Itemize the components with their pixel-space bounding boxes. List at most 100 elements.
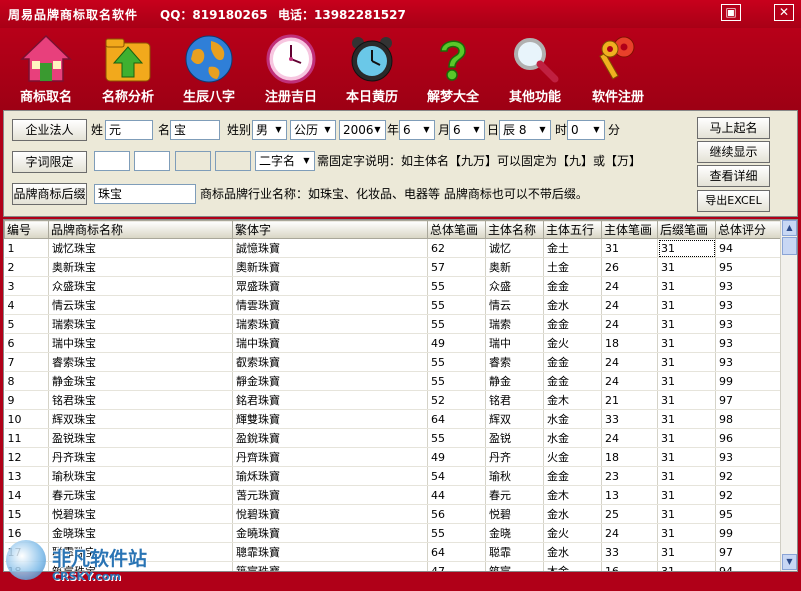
char-count-select[interactable]: 二字名 ▼ [255,151,315,171]
table-cell[interactable]: 93 [715,447,781,467]
table-row[interactable]: 15 悦碧珠宝 悅碧珠寶 56 悦碧 金水 25 31 95 [4,504,781,524]
table-cell[interactable]: 情云 [485,295,544,315]
scroll-down-button[interactable]: ▼ [782,554,797,570]
table-cell[interactable]: 诚忆 [485,238,544,258]
table-cell[interactable]: 築宸珠寶 [232,561,428,571]
table-cell[interactable]: 情云珠宝 [48,295,233,315]
table-cell[interactable]: 春元 [485,485,544,505]
month-select[interactable]: 6 ▼ [399,120,435,140]
table-cell[interactable]: 9 [4,390,49,410]
table-cell[interactable]: 金木 [543,390,602,410]
tool-dream-interpretation[interactable]: 解梦大全 [411,30,495,108]
table-cell[interactable]: 31 [657,466,716,486]
table-cell[interactable]: 萅元珠寶 [232,485,428,505]
table-cell[interactable]: 2 [4,257,49,277]
table-cell[interactable]: 31 [657,333,716,353]
table-cell[interactable]: 31 [657,276,716,296]
table-cell[interactable]: 57 [427,257,486,277]
year-select[interactable]: 2006 ▼ [339,120,386,140]
table-cell[interactable]: 丹齐珠宝 [48,447,233,467]
table-cell[interactable]: 銘君珠寶 [232,390,428,410]
table-cell[interactable]: 辉双 [485,409,544,429]
table-cell[interactable]: 金火 [543,333,602,353]
table-cell[interactable]: 55 [427,352,486,372]
table-cell[interactable]: 52 [427,390,486,410]
table-row[interactable]: 8 静金珠宝 靜金珠寶 55 静金 金金 24 31 99 [4,371,781,391]
table-cell[interactable]: 49 [427,333,486,353]
table-cell[interactable]: 55 [427,428,486,448]
table-cell[interactable]: 54 [427,466,486,486]
table-cell[interactable]: 93 [715,276,781,296]
table-cell[interactable]: 瑞中珠宝 [48,333,233,353]
table-cell[interactable]: 31 [657,542,716,562]
table-cell[interactable]: 瑞索珠宝 [48,314,233,334]
table-cell[interactable]: 31 [657,371,716,391]
window-menu-button[interactable]: ▣ [721,4,741,21]
table-cell[interactable]: 26 [601,257,658,277]
table-cell[interactable]: 96 [715,428,781,448]
continue-display-button[interactable]: 继续显示 [697,141,770,163]
table-cell[interactable]: 瑞索 [485,314,544,334]
table-cell[interactable]: 金曉珠寶 [232,523,428,543]
table-row[interactable]: 14 春元珠宝 萅元珠寶 44 春元 金木 13 31 92 [4,485,781,505]
table-cell[interactable]: 15 [4,504,49,524]
view-detail-button[interactable]: 查看详细 [697,165,770,187]
table-cell[interactable]: 奥新 [485,257,544,277]
table-row[interactable]: 6 瑞中珠宝 瑞中珠寶 49 瑞中 金火 18 31 93 [4,333,781,353]
table-cell[interactable]: 金水 [543,295,602,315]
table-cell[interactable]: 铭君珠宝 [48,390,233,410]
table-cell[interactable]: 94 [715,561,781,571]
table-cell[interactable]: 99 [715,371,781,391]
table-cell[interactable]: 8 [4,371,49,391]
tool-daily-almanac[interactable]: 本日黄历 [330,30,414,108]
table-cell[interactable]: 悅碧珠寶 [232,504,428,524]
table-cell[interactable]: 24 [601,352,658,372]
table-cell[interactable]: 56 [427,504,486,524]
table-cell[interactable]: 金土 [543,238,602,258]
table-cell[interactable]: 筑宸 [485,561,544,571]
table-cell[interactable]: 瑞中珠寶 [232,333,428,353]
table-row[interactable]: 3 众盛珠宝 眾盛珠寶 55 众盛 金金 24 31 93 [4,276,781,296]
table-cell[interactable]: 18 [601,447,658,467]
table-cell[interactable]: 24 [601,314,658,334]
table-cell[interactable]: 14 [4,485,49,505]
table-row[interactable]: 12 丹齐珠宝 丹齊珠寶 49 丹齐 火金 18 31 93 [4,447,781,467]
tool-registration-date[interactable]: 注册吉日 [249,30,333,108]
column-header[interactable]: 后缀笔画 [657,220,716,239]
company-legal-person-button[interactable]: 企业法人 [12,119,87,141]
table-row[interactable]: 1 诚忆珠宝 誠憶珠寶 62 诚忆 金土 31 31 94 [4,238,781,258]
table-cell[interactable]: 31 [657,257,716,277]
table-cell[interactable]: 31 [657,409,716,429]
table-cell[interactable]: 4 [4,295,49,315]
brand-suffix-input[interactable]: 珠宝 [94,184,196,204]
table-cell[interactable]: 24 [601,276,658,296]
minute-select[interactable]: 0 ▼ [567,120,605,140]
table-cell[interactable]: 叡索珠寶 [232,352,428,372]
table-row[interactable]: 9 铭君珠宝 銘君珠寶 52 铭君 金木 21 31 97 [4,390,781,410]
table-cell[interactable]: 24 [601,295,658,315]
table-cell[interactable]: 93 [715,352,781,372]
table-cell[interactable]: 静金珠宝 [48,371,233,391]
table-cell[interactable]: 33 [601,409,658,429]
table-row[interactable]: 7 睿索珠宝 叡索珠寶 55 睿索 金金 24 31 93 [4,352,781,372]
table-cell[interactable]: 聰霏珠寶 [232,542,428,562]
table-cell[interactable]: 21 [601,390,658,410]
table-cell[interactable]: 金金 [543,371,602,391]
vertical-scrollbar[interactable]: ▲ ▼ [780,220,797,571]
table-cell[interactable]: 聪霏 [485,542,544,562]
table-cell[interactable]: 55 [427,276,486,296]
table-cell[interactable]: 水金 [543,409,602,429]
table-cell[interactable]: 瑜秋珠宝 [48,466,233,486]
table-cell[interactable]: 誠憶珠寶 [232,238,428,258]
table-cell[interactable]: 靜金珠寶 [232,371,428,391]
table-cell[interactable]: 盈锐珠宝 [48,428,233,448]
table-cell[interactable]: 盈锐 [485,428,544,448]
table-row[interactable]: 10 辉双珠宝 輝雙珠寶 64 辉双 水金 33 31 98 [4,409,781,429]
table-cell[interactable]: 31 [657,314,716,334]
table-cell[interactable]: 92 [715,485,781,505]
table-cell[interactable]: 24 [601,523,658,543]
table-cell[interactable]: 64 [427,409,486,429]
table-cell[interactable]: 6 [4,333,49,353]
column-header[interactable]: 编号 [4,220,49,239]
table-cell[interactable]: 瑞索珠寶 [232,314,428,334]
